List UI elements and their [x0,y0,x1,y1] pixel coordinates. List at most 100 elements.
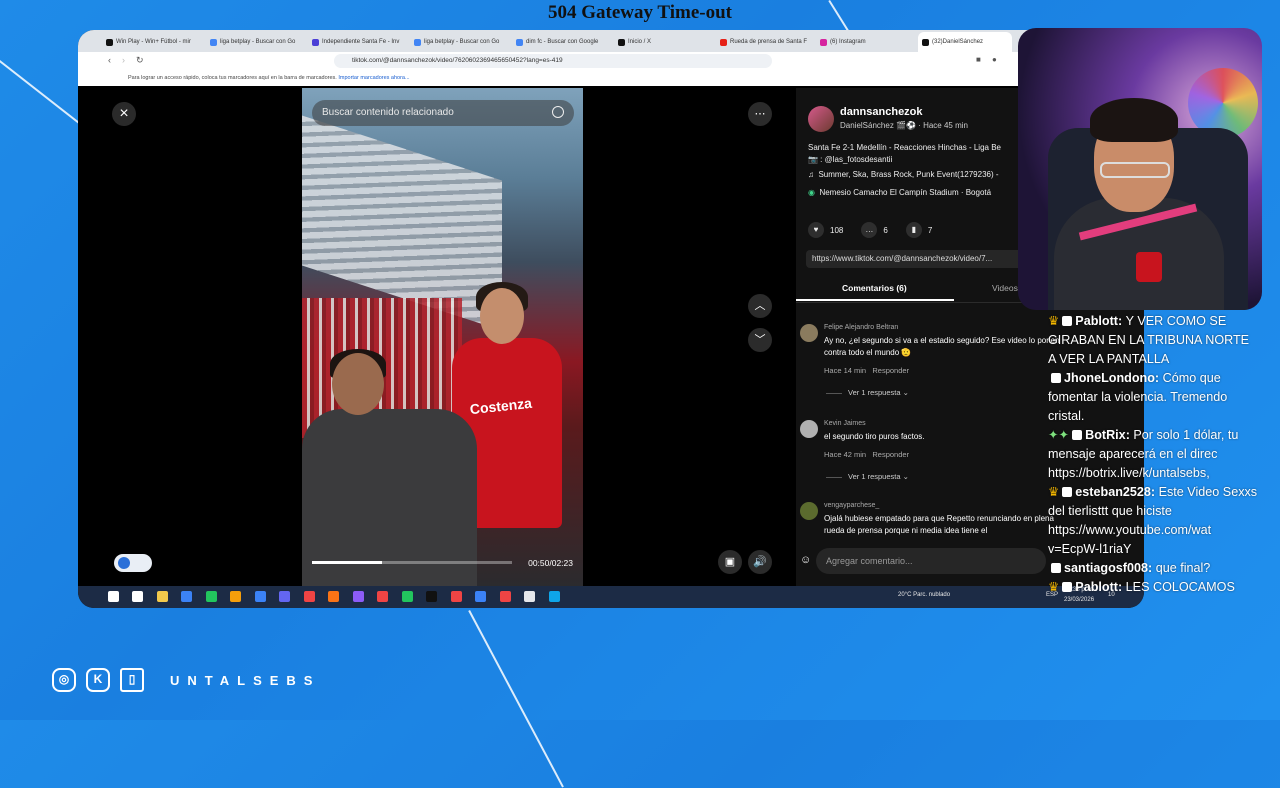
related-search-input[interactable]: Buscar contenido relacionado [312,100,574,126]
taskbar-app-icon[interactable] [132,591,143,602]
crown-badge-icon: ♛ [1048,314,1060,328]
search-icon[interactable] [552,106,564,118]
avatar[interactable] [800,420,818,438]
volume-icon[interactable]: 🔊 [748,550,772,574]
browser-tab[interactable]: (6) Instagram [820,34,916,50]
pip-icon[interactable]: ▣ [718,550,742,574]
browser-tab[interactable]: Inicio / X [618,34,714,50]
reply-button[interactable]: Responder [872,450,909,459]
music-label[interactable]: ♫ Summer, Ska, Brass Rock, Punk Event(12… [808,170,999,179]
background-stroke [468,610,564,788]
view-replies-label: Ver 1 respuesta [848,388,901,397]
taskbar-app-icon[interactable] [475,591,486,602]
tab-label: Independiente Santa Fe - Inv [322,39,400,45]
windows-start-icon[interactable] [108,591,119,602]
author-subtitle: DanielSánchez 🎬⚽ · Hace 45 min [840,121,968,130]
crown-badge-icon: ♛ [1048,580,1060,594]
kick-badge-icon [1062,316,1073,326]
save-count: 7 [927,225,933,235]
taskbar-app-icon[interactable] [303,591,315,602]
browser-tab[interactable]: Rueda de prensa de Santa F [720,34,816,50]
taskbar-app-icon[interactable] [328,591,339,602]
kick-badge-icon [1072,430,1083,440]
like-button[interactable]: ♥ 108 [808,222,843,238]
tab-bar: Win Play - Win+ Fútbol - mir liga betplay… [78,30,1144,52]
taskbar-app-icon[interactable] [524,591,535,602]
chat-username: esteban2528: [1075,485,1159,499]
location-label[interactable]: ◉ Nemesio Camacho El Campín Stadium · Bo… [808,188,991,197]
taskbar-app-icon[interactable] [230,591,241,602]
taskbar-app-icon[interactable] [205,591,217,602]
chat-username: Pablott: [1075,580,1126,594]
previous-video-icon[interactable]: ︿ [748,294,772,318]
video-player[interactable]: Costenza Buscar contenido relacionado 00… [302,88,583,586]
profile-icon[interactable]: ● [992,55,997,64]
comment-button[interactable]: … 6 [861,222,888,238]
tiktok-viewer: × Costenza Buscar contenido relacionado [78,88,1144,586]
taskbar-app-icon[interactable] [377,591,388,602]
video-timecode: 00:50/02:23 [528,558,573,568]
tab-favicon-icon [720,38,727,46]
extensions-icon[interactable]: ■ [976,55,981,64]
author-username[interactable]: dannsanchezok [840,106,923,118]
browser-tab[interactable]: liga betplay - Buscar con Go [414,34,510,50]
video-link-field[interactable]: https://www.tiktok.com/@dannsanchezok/vi… [806,250,1027,268]
kick-badge-icon [1062,582,1073,592]
streamer-hair [1090,98,1178,142]
avatar[interactable] [800,324,818,342]
taskbar-app-icon[interactable] [499,591,511,602]
crown-badge-icon: ♛ [1048,485,1060,499]
reload-icon[interactable]: ↻ [136,55,144,66]
tab-favicon-icon [106,38,113,46]
related-search-placeholder: Buscar contenido relacionado [322,107,454,118]
browser-tab[interactable]: Win Play - Win+ Fútbol - mir [106,34,202,50]
video-progress-fill [312,561,382,564]
taskbar-app-icon[interactable] [401,591,413,602]
url-field[interactable]: tiktok.com/@dannsanchezok/video/76206023… [334,54,772,68]
video-progress-bar[interactable] [312,561,512,564]
tab-videos[interactable]: Videos [992,283,1018,293]
taskbar-app-icon[interactable] [352,591,364,602]
taskbar-app-icon[interactable] [181,591,192,602]
taskbar-app-icon[interactable] [156,591,168,602]
browser-tab[interactable]: dim fc - Buscar con Google [516,34,612,50]
comment-author[interactable]: vengayparchese_ [824,502,879,509]
avatar[interactable] [800,502,818,520]
taskbar-app-icon[interactable] [548,591,560,602]
comment-input[interactable]: Agregar comentario... [816,548,1046,574]
chat-username: santiagosf008: [1064,561,1156,575]
tab-comments[interactable]: Comentarios (6) [842,283,907,293]
comment-author[interactable]: Felipe Alejandro Beltran [824,324,898,331]
chat-username: Pablott: [1075,314,1126,328]
view-replies-button[interactable]: Ver 1 respuesta ⌄ [826,388,909,397]
forward-icon[interactable]: › [122,55,125,65]
import-bookmarks-link[interactable]: Importar marcadores ahora... [338,75,409,81]
reply-button[interactable]: Responder [872,366,909,375]
taskbar-app-icon[interactable] [279,591,290,602]
tab-label: (32)DanielSánchez [932,39,984,45]
clock-date[interactable]: 23/03/2026 [1064,597,1094,603]
taskbar-app-icon[interactable] [426,591,437,602]
active-tab-indicator [796,299,954,301]
emoji-icon[interactable]: ☺ [800,554,811,566]
browser-tab[interactable]: liga betplay - Buscar con Go [210,34,306,50]
save-button[interactable]: ▮ 7 [905,222,933,238]
browser-tab[interactable]: Independiente Santa Fe - Inv [312,34,408,50]
webcam-overlay [1018,28,1262,310]
more-options-icon[interactable]: ⋯ [748,102,772,126]
tab-favicon-icon [516,38,523,46]
tab-label: Inicio / X [628,39,652,45]
tab-favicon-icon [820,38,827,46]
weather-status[interactable]: 20°C Parc. nublado [898,592,950,598]
tab-favicon-icon [922,38,929,46]
taskbar-app-icon[interactable] [450,591,462,602]
comment-author[interactable]: Kevin Jaimes [824,420,866,427]
back-icon[interactable]: ‹ [108,55,111,65]
next-video-icon[interactable]: ﹀ [748,328,772,352]
view-replies-button[interactable]: Ver 1 respuesta ⌄ [826,472,909,481]
avatar[interactable] [808,106,834,132]
browser-tab[interactable]: (32)DanielSánchez [918,32,1012,52]
autoscroll-toggle[interactable] [114,554,152,572]
close-icon[interactable]: × [112,102,136,126]
taskbar-app-icon[interactable] [254,591,266,602]
